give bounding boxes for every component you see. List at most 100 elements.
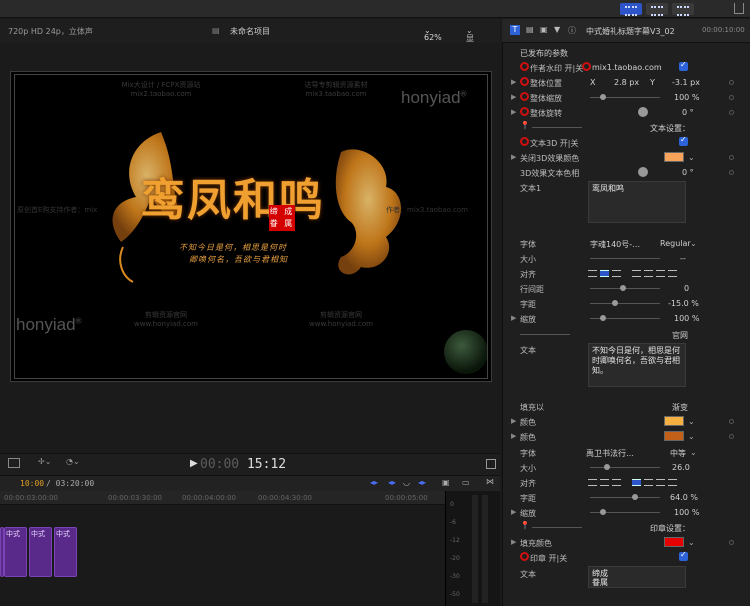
text3d-checkbox[interactable] (679, 135, 688, 146)
align-left-icon[interactable] (588, 479, 597, 486)
keyframe-icon[interactable] (729, 540, 734, 545)
seal-checkbox[interactable] (679, 550, 688, 561)
justify-right-icon[interactable] (656, 479, 665, 486)
justify-full-icon[interactable] (668, 270, 677, 277)
size2-slider[interactable] (590, 464, 660, 470)
disclosure-icon[interactable]: ▶ (511, 508, 516, 516)
font1-weight-dropdown[interactable]: Regular (660, 239, 691, 248)
tracking2-field[interactable]: 64.0 % (670, 493, 698, 502)
linespacing1-slider[interactable] (590, 285, 660, 291)
timeline-ruler[interactable]: 00:00:03:00:00 00:00:03:30:00 00:00:04:0… (0, 491, 445, 505)
timeline-clip[interactable]: 中式 (54, 527, 77, 577)
info-icon[interactable]: ⓘ (568, 25, 576, 36)
video-canvas[interactable]: Mix大设计 / FCPX资源站 mix2.taobao.com 达导专剪辑资源素… (10, 71, 492, 382)
text1-textbox[interactable]: 鸾凤和鸣 (588, 181, 686, 223)
timeline-clip[interactable]: 中式 (29, 527, 52, 577)
align-left-icon[interactable] (588, 270, 597, 277)
disclosure-icon[interactable]: ▶ (511, 538, 516, 546)
keyframe-icon[interactable] (729, 170, 734, 175)
clip-appearance-icon[interactable]: ▣ (442, 478, 450, 487)
scale-slider[interactable] (590, 94, 660, 100)
tracking1-slider[interactable] (590, 300, 660, 306)
scale2-slider[interactable] (590, 315, 660, 321)
filter-icon[interactable]: ▼ (554, 25, 560, 34)
keyframe-icon[interactable] (729, 434, 734, 439)
size2-field[interactable]: 26.0 (672, 463, 690, 472)
disclosure-icon[interactable]: ▶ (511, 432, 516, 440)
fill-dropdown[interactable]: 渐变 (672, 402, 688, 413)
font1-dropdown[interactable]: 字魂140号-… (590, 239, 640, 250)
timeline-layout-button[interactable] (646, 3, 668, 16)
fullscreen-icon[interactable] (486, 459, 496, 469)
disclosure-icon[interactable]: ▶ (511, 153, 516, 161)
video-inspector-icon[interactable]: ▣ (540, 25, 548, 34)
title-inspector-icon[interactable]: T (510, 25, 520, 35)
scale-field[interactable]: 100 % (674, 93, 699, 102)
justify-center-icon[interactable] (644, 270, 653, 277)
workspace-layout-button[interactable] (620, 3, 642, 16)
keyframe-icon[interactable] (729, 419, 734, 424)
disclosure-icon[interactable]: ▶ (511, 108, 516, 116)
keyframe-icon[interactable] (729, 110, 734, 115)
inspector-layout-button[interactable] (672, 3, 694, 16)
align-right-icon[interactable] (612, 270, 621, 277)
disclosure-icon[interactable]: ▶ (511, 314, 516, 322)
share-icon[interactable] (734, 3, 744, 14)
disclosure-icon[interactable]: ▶ (511, 93, 516, 101)
align-center-icon[interactable] (600, 479, 609, 486)
rotation-dial[interactable] (638, 107, 648, 117)
chevron-down-icon[interactable]: ⌄ (688, 417, 695, 426)
fill-color-swatch[interactable] (664, 537, 684, 547)
timeline-clip[interactable]: 中式 (4, 527, 27, 577)
author-watermark-checkbox[interactable] (679, 60, 688, 71)
keyframe-icon[interactable] (729, 95, 734, 100)
scale2-field[interactable]: 100 % (674, 314, 699, 323)
text-inspector-icon[interactable]: ▤ (526, 25, 534, 34)
scale3-field[interactable]: 100 % (674, 508, 699, 517)
close3d-color-swatch[interactable] (664, 152, 684, 162)
color2-swatch[interactable] (664, 431, 684, 441)
tracking2-slider[interactable] (590, 494, 660, 500)
size1-field[interactable]: -- (680, 254, 686, 263)
position-x-field[interactable]: 2.8 px (614, 78, 639, 87)
font2-dropdown[interactable]: 禹卫书法行… (586, 448, 634, 459)
skimming-icon[interactable]: ◂▸ (388, 478, 396, 487)
headphones-icon[interactable]: ◡ (403, 478, 410, 487)
justify-left-icon[interactable] (632, 479, 641, 486)
transform-tool-icon[interactable]: ✢⌄ (38, 457, 51, 466)
text2-textbox[interactable]: 不知今日是何，相思是何时卿唤何名，吾欲与君相知。 (588, 343, 686, 387)
effects-icon[interactable]: ▭ (462, 478, 470, 487)
keyframe-icon[interactable] (729, 80, 734, 85)
seal-text-textbox[interactable]: 缔成 眷属 (588, 566, 686, 588)
display-dropdown[interactable]: 显示 ⌄ (466, 26, 474, 54)
font2-weight-dropdown[interactable]: 中等 (670, 448, 686, 459)
justify-center-icon[interactable] (644, 479, 653, 486)
zoom-dropdown[interactable]: 62% ⌄ (424, 26, 442, 42)
chevron-down-icon[interactable]: ⌄ (688, 153, 695, 162)
transitions-icon[interactable]: ⋈ (486, 477, 494, 486)
justify-full-icon[interactable] (668, 479, 677, 486)
size1-slider[interactable] (590, 258, 660, 259)
chevron-down-icon[interactable]: ⌄ (688, 538, 695, 547)
timeline-tracks[interactable]: 中式 中式 中式 (0, 505, 445, 606)
align-right-icon[interactable] (612, 479, 621, 486)
viewer-options-icon[interactable] (8, 458, 20, 468)
tracking1-field[interactable]: -15.0 % (668, 299, 699, 308)
snapping-icon[interactable]: ◂▸ (370, 478, 378, 487)
align-center-icon[interactable] (600, 270, 609, 277)
position-y-field[interactable]: -3.1 px (672, 78, 700, 87)
color1-swatch[interactable] (664, 416, 684, 426)
linespacing1-field[interactable]: 0 (684, 284, 689, 293)
chevron-down-icon[interactable]: ⌄ (688, 432, 695, 441)
hue-dial[interactable] (638, 167, 648, 177)
solo-icon[interactable]: ◂▸ (418, 478, 426, 487)
keyframe-icon[interactable] (729, 155, 734, 160)
justify-left-icon[interactable] (632, 270, 641, 277)
disclosure-icon[interactable]: ▶ (511, 417, 516, 425)
chevron-down-icon[interactable]: ⌄ (690, 239, 697, 248)
rotation-field[interactable]: 0 ° (682, 108, 694, 117)
scale3-slider[interactable] (590, 509, 660, 515)
justify-right-icon[interactable] (656, 270, 665, 277)
speedometer-icon[interactable]: ◔⌄ (66, 457, 80, 466)
chevron-down-icon[interactable]: ⌄ (690, 448, 697, 457)
